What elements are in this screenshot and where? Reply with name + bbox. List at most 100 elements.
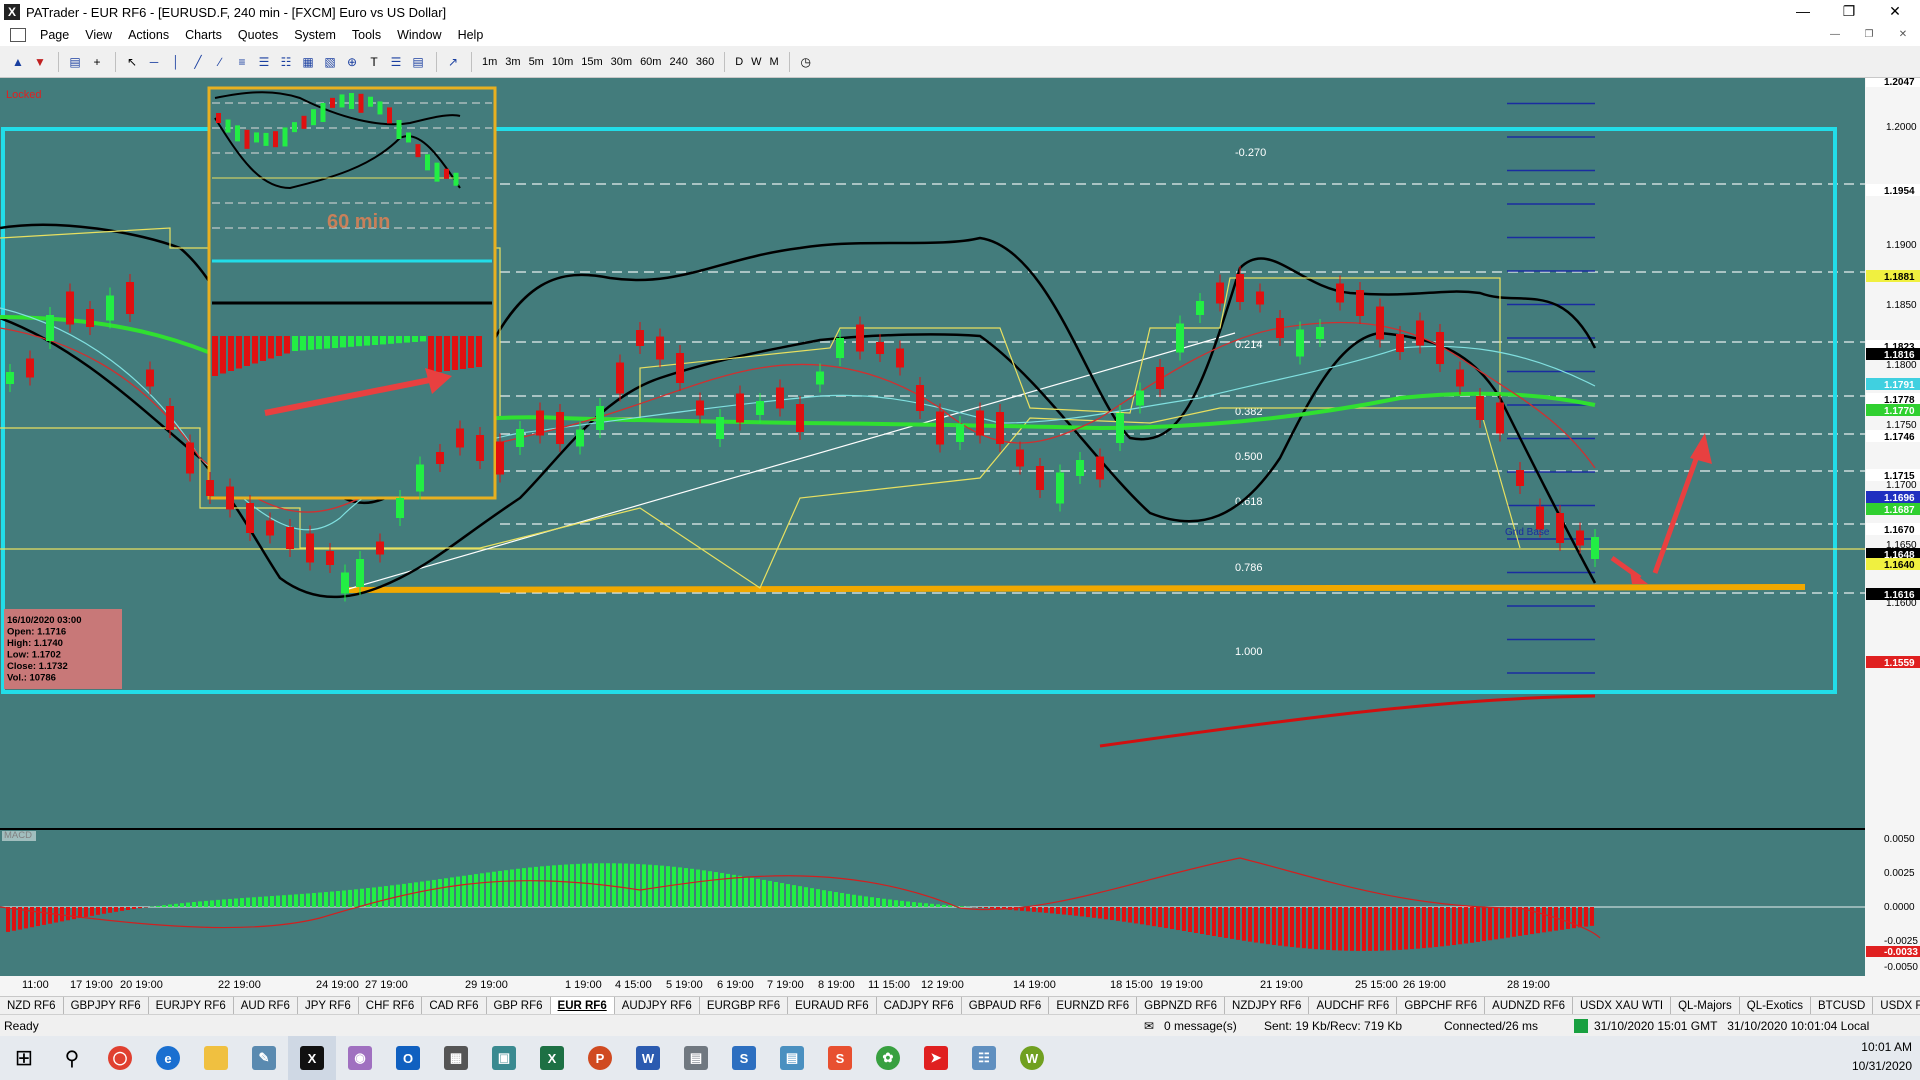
symbol-tab[interactable]: GBPJPY RF6 — [64, 997, 149, 1014]
symbol-tab[interactable]: EURAUD RF6 — [788, 997, 877, 1014]
symbol-tab[interactable]: EURNZD RF6 — [1049, 997, 1138, 1014]
vertical-line-icon[interactable]: │ — [166, 52, 186, 72]
inset-macd-bar — [292, 336, 298, 351]
timeframe-240[interactable]: 240 — [665, 56, 691, 68]
timeframe-monthly[interactable]: M — [766, 56, 783, 68]
symbol-tab[interactable]: GBPAUD RF6 — [962, 997, 1050, 1014]
timeframe-360[interactable]: 360 — [692, 56, 718, 68]
symbol-tab[interactable]: GBPCHF RF6 — [1397, 997, 1486, 1014]
fibonacci-icon[interactable]: ≡ — [232, 52, 252, 72]
symbol-tab[interactable]: USDX RF6 — [1873, 997, 1920, 1014]
s-icon[interactable]: S — [720, 1036, 768, 1080]
timeframe-weekly[interactable]: W — [747, 56, 765, 68]
gann-icon[interactable]: ▦ — [298, 52, 318, 72]
pitchfork-icon[interactable]: ⊕ — [342, 52, 362, 72]
symbol-tab[interactable]: GBPNZD RF6 — [1137, 997, 1226, 1014]
clock-icon[interactable]: ◷ — [796, 52, 816, 72]
fib-time-icon[interactable]: ☷ — [276, 52, 296, 72]
excel-icon[interactable]: X — [528, 1036, 576, 1080]
search-icon[interactable]: ⚲ — [48, 1036, 96, 1080]
menu-view[interactable]: View — [77, 28, 120, 42]
symbol-tab[interactable]: JPY RF6 — [298, 997, 359, 1014]
levels-icon[interactable]: ☰ — [386, 52, 406, 72]
timeframe-daily[interactable]: D — [731, 56, 747, 68]
symbol-tab[interactable]: CADJPY RF6 — [877, 997, 962, 1014]
indicator-icon[interactable]: ↗ — [443, 52, 463, 72]
screen-icon[interactable]: ▣ — [480, 1036, 528, 1080]
fib-fan-icon[interactable]: ☰ — [254, 52, 274, 72]
symbol-tab[interactable]: AUDJPY RF6 — [615, 997, 700, 1014]
menu-actions[interactable]: Actions — [120, 28, 177, 42]
buy-icon[interactable]: ▲ — [8, 52, 28, 72]
grid-icon[interactable]: ▧ — [320, 52, 340, 72]
timeframe-15m[interactable]: 15m — [577, 56, 606, 68]
taskbar-clock[interactable]: 10:01 AM 10/31/2020 — [1852, 1038, 1912, 1076]
channel-icon[interactable]: ∕ — [210, 52, 230, 72]
patrader-icon[interactable]: X — [288, 1036, 336, 1080]
macd-bar — [300, 893, 304, 907]
disk-icon[interactable]: ▤ — [672, 1036, 720, 1080]
symbol-tab[interactable]: EURJPY RF6 — [149, 997, 234, 1014]
chart-icon[interactable]: ▤ — [65, 52, 85, 72]
symbol-tab[interactable]: GBP RF6 — [487, 997, 551, 1014]
outlook-icon[interactable]: O — [384, 1036, 432, 1080]
symbol-tab[interactable]: BTCUSD — [1811, 997, 1874, 1014]
mdi-close-button[interactable]: ✕ — [1890, 25, 1916, 45]
menu-system[interactable]: System — [286, 28, 344, 42]
menu-tools[interactable]: Tools — [344, 28, 389, 42]
windows-start-icon[interactable]: ⊞ — [0, 1036, 48, 1080]
text-icon[interactable]: T — [364, 52, 384, 72]
window-icon[interactable]: ▤ — [768, 1036, 816, 1080]
horizontal-line-icon[interactable]: ─ — [144, 52, 164, 72]
timeframe-3m[interactable]: 3m — [501, 56, 524, 68]
symbol-tab[interactable]: EURGBP RF6 — [700, 997, 789, 1014]
symbol-tab[interactable]: NZDJPY RF6 — [1225, 997, 1310, 1014]
timeframe-30m[interactable]: 30m — [607, 56, 636, 68]
symbol-tab[interactable]: QL-Majors — [1671, 997, 1740, 1014]
chart-window[interactable]: -0.618-0.2700.2140.3820.5000.6180.7861.0… — [0, 11, 1920, 996]
menu-page[interactable]: Page — [32, 28, 77, 42]
minimize-button[interactable]: — — [1780, 0, 1826, 24]
symbol-tab[interactable]: USDX XAU WTI — [1573, 997, 1672, 1014]
w-icon[interactable]: W — [1008, 1036, 1056, 1080]
price-chart[interactable]: -0.618-0.2700.2140.3820.5000.6180.7861.0… — [0, 11, 1920, 996]
s-app-icon[interactable]: S — [816, 1036, 864, 1080]
chrome-icon[interactable]: ◯ — [96, 1036, 144, 1080]
symbol-tab[interactable]: CAD RF6 — [422, 997, 487, 1014]
symbol-tab[interactable]: CHF RF6 — [359, 997, 423, 1014]
mdi-minimize-button[interactable]: — — [1822, 25, 1848, 45]
timeframe-60m[interactable]: 60m — [636, 56, 665, 68]
podcast-icon[interactable]: ◉ — [336, 1036, 384, 1080]
network-icon[interactable]: ☷ — [960, 1036, 1008, 1080]
menu-charts[interactable]: Charts — [177, 28, 230, 42]
cursor-icon[interactable]: ↖ — [122, 52, 142, 72]
symbol-tab[interactable]: EUR RF6 — [550, 997, 615, 1014]
symbol-tab[interactable]: AUDNZD RF6 — [1485, 997, 1573, 1014]
timeframe-1m[interactable]: 1m — [478, 56, 501, 68]
symbol-tab[interactable]: AUDCHF RF6 — [1309, 997, 1398, 1014]
leaf-icon[interactable]: ✿ — [864, 1036, 912, 1080]
ruler-icon[interactable]: ▤ — [408, 52, 428, 72]
symbol-tab[interactable]: NZD RF6 — [0, 997, 64, 1014]
close-button[interactable]: ✕ — [1872, 0, 1918, 24]
macd-bar — [1506, 907, 1510, 938]
timeframe-10m[interactable]: 10m — [548, 56, 577, 68]
calculator-icon[interactable]: ▦ — [432, 1036, 480, 1080]
timeframe-5m[interactable]: 5m — [525, 56, 548, 68]
restore-button[interactable]: ❐ — [1826, 0, 1872, 24]
symbol-tab[interactable]: QL-Exotics — [1740, 997, 1811, 1014]
powerpoint-icon[interactable]: P — [576, 1036, 624, 1080]
folder-icon[interactable] — [192, 1036, 240, 1080]
symbol-tab[interactable]: AUD RF6 — [234, 997, 298, 1014]
menu-help[interactable]: Help — [450, 28, 492, 42]
word-icon[interactable]: W — [624, 1036, 672, 1080]
edge-icon[interactable]: e — [144, 1036, 192, 1080]
crosshair-icon[interactable]: + — [87, 52, 107, 72]
mdi-restore-button[interactable]: ❐ — [1856, 25, 1882, 45]
pen-icon[interactable]: ✎ — [240, 1036, 288, 1080]
swoosh-icon[interactable]: ➤ — [912, 1036, 960, 1080]
sell-icon[interactable]: ▼ — [30, 52, 50, 72]
menu-window[interactable]: Window — [389, 28, 449, 42]
trendline-icon[interactable]: ╱ — [188, 52, 208, 72]
menu-quotes[interactable]: Quotes — [230, 28, 286, 42]
